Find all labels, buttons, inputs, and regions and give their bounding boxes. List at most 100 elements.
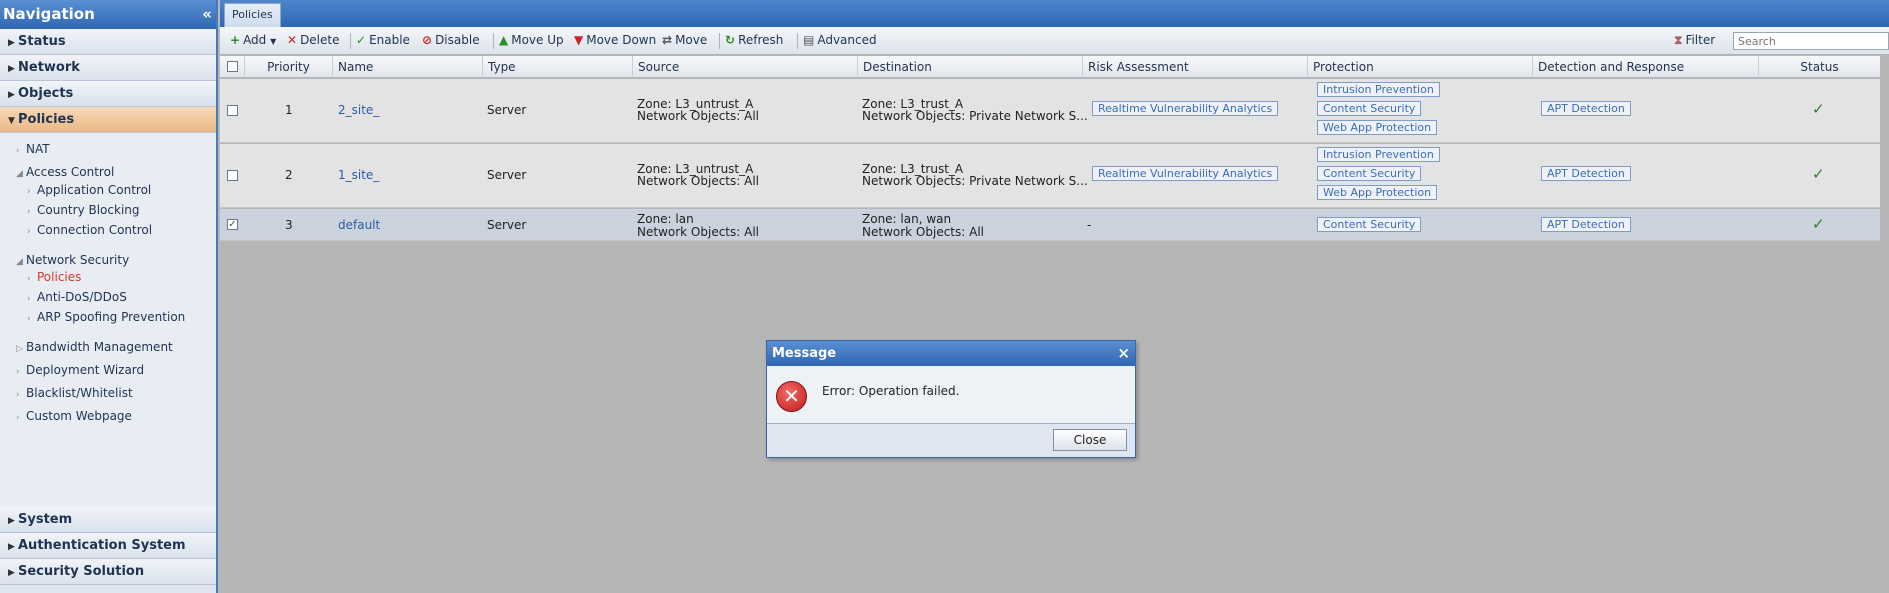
nav-section-status[interactable]: ▶ Status <box>0 29 216 55</box>
chevron-right-icon: ▷ <box>16 344 23 354</box>
status-check-icon[interactable]: ✓ <box>1812 165 1825 183</box>
table-row[interactable]: 1 2_site_ Server Zone: L3_untrust_A Netw… <box>220 79 1880 143</box>
policy-name-link[interactable]: 1_site_ <box>338 168 379 182</box>
error-icon: ✕ <box>776 381 807 412</box>
status-check-icon[interactable]: ✓ <box>1812 215 1825 233</box>
priority-cell: 3 <box>285 218 293 232</box>
tree-item-nat[interactable]: › NAT <box>16 142 50 156</box>
close-button[interactable]: Close <box>1053 429 1127 451</box>
chevron-right-icon: ▶ <box>8 568 15 578</box>
check-icon: ✓ <box>356 33 367 47</box>
status-check-icon[interactable]: ✓ <box>1812 100 1825 118</box>
nav-section-authentication-system[interactable]: ▶ Authentication System <box>0 533 216 559</box>
nav-section-objects[interactable]: ▶ Objects <box>0 81 216 107</box>
nav-section-policies[interactable]: ▼ Policies <box>0 107 216 133</box>
column-status[interactable]: Status <box>1758 56 1880 78</box>
message-dialog: Message × ✕ Error: Operation failed. Clo… <box>766 340 1136 458</box>
risk-assessment-tag[interactable]: Realtime Vulnerability Analytics <box>1092 101 1279 116</box>
risk-assessment-tag[interactable]: Realtime Vulnerability Analytics <box>1092 166 1279 181</box>
close-icon[interactable]: × <box>1117 341 1130 366</box>
detection-tag[interactable]: APT Detection <box>1541 217 1631 232</box>
tree-item-connection-control[interactable]: › Connection Control <box>27 223 152 237</box>
policy-name-link[interactable]: default <box>338 218 380 232</box>
tree-item-custom-webpage[interactable]: › Custom Webpage <box>16 409 132 423</box>
dialog-title: Message <box>772 346 837 361</box>
protection-tag[interactable]: Web App Protection <box>1317 120 1438 135</box>
chevron-right-icon: › <box>27 187 31 197</box>
enable-button[interactable]: ✓ Enable <box>356 33 410 47</box>
delete-button[interactable]: ✕ Delete <box>287 33 340 47</box>
select-all-checkbox[interactable] <box>227 61 238 72</box>
chevron-right-icon: › <box>27 294 31 304</box>
protection-tag[interactable]: Content Security <box>1317 101 1422 116</box>
arrow-up-icon: ▲ <box>499 33 509 47</box>
column-type[interactable]: Type <box>482 56 632 78</box>
refresh-button[interactable]: ↻ Refresh <box>725 33 783 47</box>
tree-item-arp-spoofing[interactable]: › ARP Spoofing Prevention <box>27 310 185 324</box>
protection-tag[interactable]: Intrusion Prevention <box>1317 147 1440 162</box>
tree-item-network-security[interactable]: ◢ Network Security <box>16 253 129 267</box>
nav-section-security-solution[interactable]: ▶ Security Solution <box>0 559 216 585</box>
tree-item-bandwidth-management[interactable]: ▷ Bandwidth Management <box>16 340 173 354</box>
dialog-titlebar: Message × <box>767 341 1135 366</box>
move-button[interactable]: ⇄ Move <box>662 33 707 47</box>
column-priority[interactable]: Priority <box>244 56 332 78</box>
chevron-right-icon: ▶ <box>8 516 15 526</box>
chevron-down-icon: ▼ <box>270 37 277 46</box>
plus-icon: + <box>230 33 241 47</box>
column-risk-assessment[interactable]: Risk Assessment <box>1082 56 1307 78</box>
detection-tag[interactable]: APT Detection <box>1541 101 1631 116</box>
source-objects: Network Objects: All <box>637 174 759 188</box>
row-checkbox[interactable] <box>227 105 238 116</box>
chevron-right-icon: › <box>27 314 31 324</box>
chevron-right-icon: › <box>27 207 31 217</box>
filter-icon: ⧗ <box>1674 33 1683 47</box>
collapse-icon[interactable]: « <box>202 0 212 29</box>
protection-tag[interactable]: Content Security <box>1317 166 1422 181</box>
policy-name-link[interactable]: 2_site_ <box>338 103 379 117</box>
tree-item-access-control[interactable]: ◢ Access Control <box>16 165 114 179</box>
tab-bar: Policies <box>220 0 1889 27</box>
disable-icon: ⊘ <box>422 33 433 47</box>
protection-tag[interactable]: Content Security <box>1317 217 1422 232</box>
tree-item-application-control[interactable]: › Application Control <box>27 183 151 197</box>
column-source[interactable]: Source <box>632 56 857 78</box>
protection-tag[interactable]: Web App Protection <box>1317 185 1438 200</box>
tree-item-deployment-wizard[interactable]: › Deployment Wizard <box>16 363 144 377</box>
toolbar-divider <box>719 33 720 49</box>
arrow-down-icon: ▼ <box>574 33 584 47</box>
advanced-button[interactable]: ▤ Advanced <box>803 33 877 47</box>
table-row-selected[interactable]: ✓ 3 default Server Zone: lan Network Obj… <box>220 209 1880 241</box>
nav-header: Navigation « <box>0 0 216 29</box>
toolbar-divider <box>493 33 494 49</box>
row-checkbox[interactable] <box>227 170 238 181</box>
column-detection-response[interactable]: Detection and Response <box>1532 56 1758 78</box>
chevron-right-icon: › <box>27 227 31 237</box>
table-row[interactable]: 2 1_site_ Server Zone: L3_untrust_A Netw… <box>220 144 1880 208</box>
column-name[interactable]: Name <box>332 56 482 78</box>
disable-button[interactable]: ⊘ Disable <box>422 33 480 47</box>
protection-tag[interactable]: Intrusion Prevention <box>1317 82 1440 97</box>
chevron-right-icon: › <box>16 390 20 400</box>
chevron-down-icon: ▼ <box>8 116 15 126</box>
add-button[interactable]: + Add ▼ <box>230 33 276 47</box>
tree-item-country-blocking[interactable]: › Country Blocking <box>27 203 140 217</box>
filter-button[interactable]: ⧗ Filter <box>1674 33 1715 48</box>
nav-section-network[interactable]: ▶ Network <box>0 55 216 81</box>
nav-section-system[interactable]: ▶ System <box>0 507 216 533</box>
main-panel: Policies + Add ▼ ✕ Delete ✓ Enable ⊘ Disable… <box>220 0 1889 593</box>
tree-item-policies[interactable]: › Policies <box>27 270 81 284</box>
row-checkbox-checked[interactable]: ✓ <box>227 219 238 230</box>
search-input[interactable] <box>1733 32 1889 50</box>
column-destination[interactable]: Destination <box>857 56 1082 78</box>
column-protection[interactable]: Protection <box>1307 56 1532 78</box>
tree-item-anti-dos[interactable]: › Anti-DoS/DDoS <box>27 290 127 304</box>
chevron-right-icon: › <box>16 146 20 156</box>
detection-tag[interactable]: APT Detection <box>1541 166 1631 181</box>
move-up-button[interactable]: ▲ Move Up <box>499 33 564 47</box>
tree-item-blacklist-whitelist[interactable]: › Blacklist/Whitelist <box>16 386 133 400</box>
chevron-right-icon: ▶ <box>8 64 15 74</box>
tab-policies[interactable]: Policies <box>224 3 281 27</box>
move-down-button[interactable]: ▼ Move Down <box>574 33 656 47</box>
type-cell: Server <box>487 168 527 182</box>
